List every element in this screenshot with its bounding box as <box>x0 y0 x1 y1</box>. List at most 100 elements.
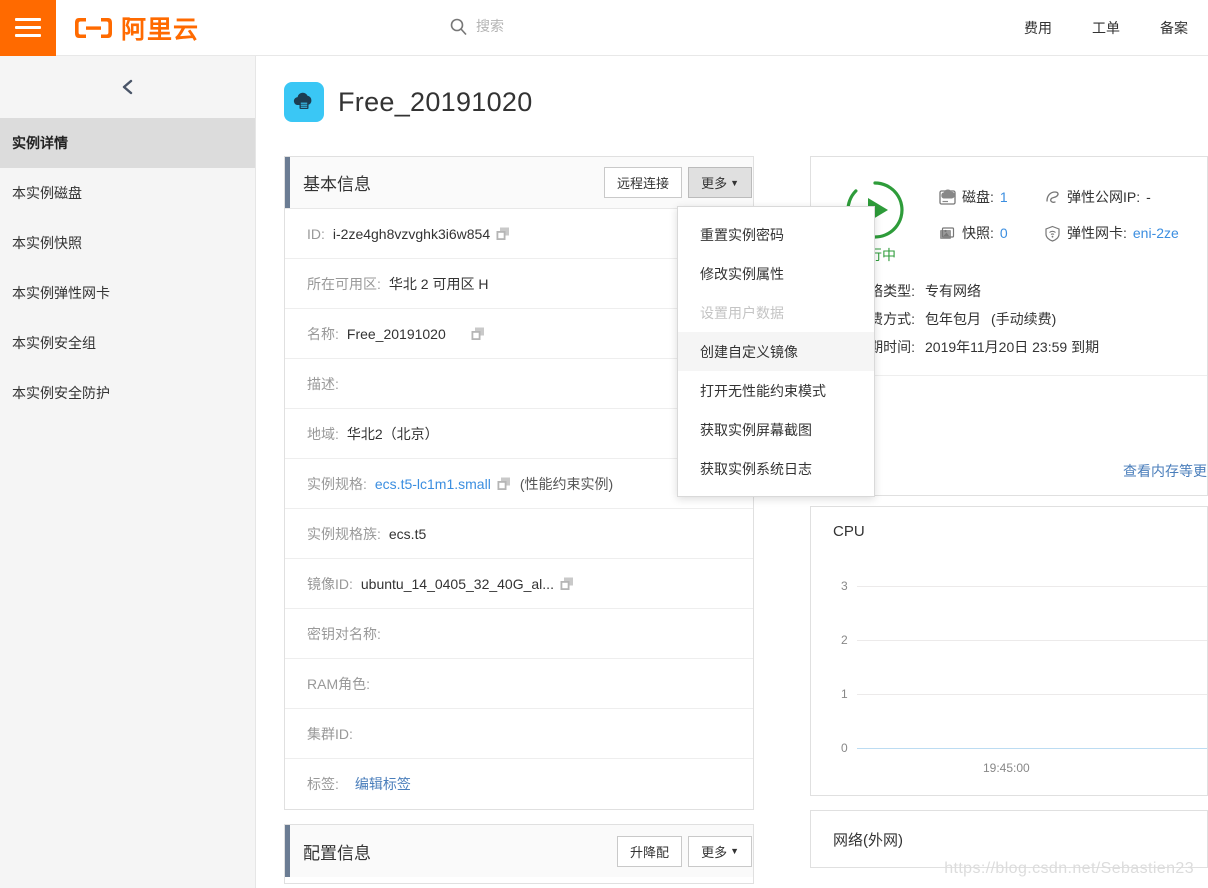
x-tick-0: 19:45:00 <box>983 761 1030 775</box>
sidebar-item-enis[interactable]: 本实例弹性网卡 <box>0 268 255 318</box>
stat-snapshot: 快照: 0 <box>939 223 1044 243</box>
menu-item-label: 设置用户数据 <box>700 304 784 321</box>
row-cluster-id: 集群ID: <box>285 709 753 759</box>
nav-item-fees[interactable]: 费用 <box>1004 18 1072 38</box>
basic-info-header: 基本信息 远程连接 更多 ▼ <box>285 157 753 209</box>
eip-icon <box>1044 189 1061 206</box>
menu-item-set-user-data: 设置用户数据 <box>678 293 874 332</box>
disk-icon <box>939 188 956 206</box>
config-info-header: 配置信息 升降配 更多 ▼ <box>285 825 753 877</box>
stat-label: 弹性网卡: <box>1067 225 1127 241</box>
basic-info-more-button[interactable]: 更多 ▼ <box>688 167 752 198</box>
sidebar-item-label: 实例详情 <box>12 135 68 151</box>
aliyun-logo-icon <box>74 15 114 41</box>
edit-tags-link[interactable]: 编辑标签 <box>355 774 411 794</box>
brand-name: 阿里云 <box>121 15 200 44</box>
left-sidebar: 实例详情 本实例磁盘 本实例快照 本实例弹性网卡 本实例安全组 本实例安全防护 <box>0 56 256 888</box>
row-label: 地域: <box>307 425 339 442</box>
renewal-note: (手动续费) <box>991 311 1057 327</box>
sidebar-item-label: 本实例安全防护 <box>12 385 110 401</box>
sidebar-item-security-protection[interactable]: 本实例安全防护 <box>0 368 255 418</box>
config-info-card: 配置信息 升降配 更多 ▼ <box>284 824 754 884</box>
hamburger-menu-icon[interactable] <box>0 0 56 56</box>
menu-item-get-screenshot[interactable]: 获取实例屏幕截图 <box>678 410 874 449</box>
row-value[interactable]: ecs.t5-lc1m1.small <box>375 476 491 492</box>
nav-item-icp[interactable]: 备案 <box>1140 18 1208 38</box>
y-tick-3: 3 <box>841 579 848 593</box>
remote-connect-button[interactable]: 远程连接 <box>604 167 683 198</box>
menu-item-create-custom-image[interactable]: 创建自定义镜像 <box>678 332 874 371</box>
status-stats: 磁盘: 1 弹性公网IP: - 快照: 0 弹性网卡: eni-2ze <box>939 179 1207 265</box>
stat-value: - <box>1146 189 1151 205</box>
row-label: 描述: <box>307 375 339 392</box>
network-card-title: 网络(外网) <box>833 832 903 849</box>
config-more-button[interactable]: 更多 ▼ <box>688 835 752 867</box>
row-label: 集群ID: <box>307 725 353 742</box>
row-value: 包年包月 <box>925 311 981 327</box>
sidebar-item-instance-detail[interactable]: 实例详情 <box>0 118 255 168</box>
search-input[interactable]: 搜索 <box>450 16 504 36</box>
copy-icon[interactable] <box>470 326 486 342</box>
menu-item-get-system-log[interactable]: 获取实例系统日志 <box>678 449 874 488</box>
copy-icon[interactable] <box>495 226 511 242</box>
more-button-label: 更多 <box>701 844 728 860</box>
row-label: 所在可用区: <box>307 275 381 292</box>
row-label: 镜像ID: <box>307 575 353 592</box>
page-title: Free_20191020 <box>256 56 1208 122</box>
upgrade-downgrade-button[interactable]: 升降配 <box>617 835 683 867</box>
row-label: RAM角色: <box>307 675 370 692</box>
sidebar-item-security-groups[interactable]: 本实例安全组 <box>0 318 255 368</box>
copy-icon[interactable] <box>559 576 575 592</box>
stat-disk: 磁盘: 1 <box>939 187 1044 207</box>
stat-eni: 弹性网卡: eni-2ze <box>1044 223 1179 243</box>
row-ram-role: RAM角色: <box>285 659 753 709</box>
stat-value: 0 <box>999 225 1008 241</box>
cpu-chart-plot: 3 2 1 0 19:45:00 <box>811 559 1207 789</box>
menu-item-label: 修改实例属性 <box>700 265 784 282</box>
more-dropdown-menu: 重置实例密码 修改实例属性 设置用户数据 创建自定义镜像 打开无性能约束模式 获… <box>677 206 875 497</box>
row-label: 名称: <box>307 325 339 342</box>
chevron-left-icon <box>118 77 138 97</box>
y-tick-2: 2 <box>841 633 848 647</box>
eni-icon <box>1044 225 1061 242</box>
row-label: ID: <box>307 225 325 242</box>
page-title-text: Free_20191020 <box>338 86 533 117</box>
row-keypair: 密钥对名称: <box>285 609 753 659</box>
chevron-down-icon: ▼ <box>730 846 739 856</box>
sidebar-item-snapshots[interactable]: 本实例快照 <box>0 218 255 268</box>
basic-info-title: 基本信息 <box>303 175 371 194</box>
search-placeholder: 搜索 <box>476 18 504 34</box>
top-header: 阿里云 搜索 费用 工单 备案 <box>0 0 1208 56</box>
row-value: 2019年11月20日 23:59 到期 <box>925 339 1100 355</box>
row-value-suffix: (性能约束实例) <box>519 475 614 492</box>
cpu-chart-card: CPU 3 2 1 0 19:45:00 <box>810 506 1208 796</box>
brand-logo[interactable]: 阿里云 <box>74 10 199 46</box>
sidebar-item-label: 本实例快照 <box>12 235 82 251</box>
menu-item-label: 打开无性能约束模式 <box>700 382 826 399</box>
main-content: Free_20191020 基本信息 远程连接 更多 ▼ ID: i-2ze4g… <box>256 56 1208 888</box>
view-memory-more-link[interactable]: 查看内存等更 <box>1123 461 1207 481</box>
stat-label: 快照: <box>962 225 994 241</box>
y-tick-0: 0 <box>841 741 848 755</box>
row-value: 专有网络 <box>925 283 981 299</box>
menu-item-modify-attributes[interactable]: 修改实例属性 <box>678 254 874 293</box>
row-label: 标签: <box>307 776 339 792</box>
stat-line-1: 磁盘: 1 弹性公网IP: - <box>939 179 1207 215</box>
row-value: ubuntu_14_0405_32_40G_al... <box>360 575 554 592</box>
stat-value: 1 <box>999 189 1008 205</box>
row-image-id: 镜像ID: ubuntu_14_0405_32_40G_al... <box>285 559 753 609</box>
chevron-down-icon: ▼ <box>730 177 739 188</box>
stat-label: 弹性公网IP: <box>1067 189 1141 205</box>
menu-item-label: 获取实例系统日志 <box>700 460 812 477</box>
top-nav: 费用 工单 备案 <box>1004 0 1208 56</box>
sidebar-collapse-button[interactable] <box>0 56 255 118</box>
sidebar-item-disks[interactable]: 本实例磁盘 <box>0 168 255 218</box>
network-card: 网络(外网) <box>810 810 1208 868</box>
menu-item-enable-unlimited-mode[interactable]: 打开无性能约束模式 <box>678 371 874 410</box>
stat-value[interactable]: eni-2ze <box>1133 225 1179 241</box>
menu-item-reset-password[interactable]: 重置实例密码 <box>678 215 874 254</box>
sidebar-item-label: 本实例磁盘 <box>12 185 82 201</box>
nav-item-tickets[interactable]: 工单 <box>1072 18 1140 38</box>
cpu-chart-title: CPU <box>833 523 865 540</box>
copy-icon[interactable] <box>496 476 512 492</box>
